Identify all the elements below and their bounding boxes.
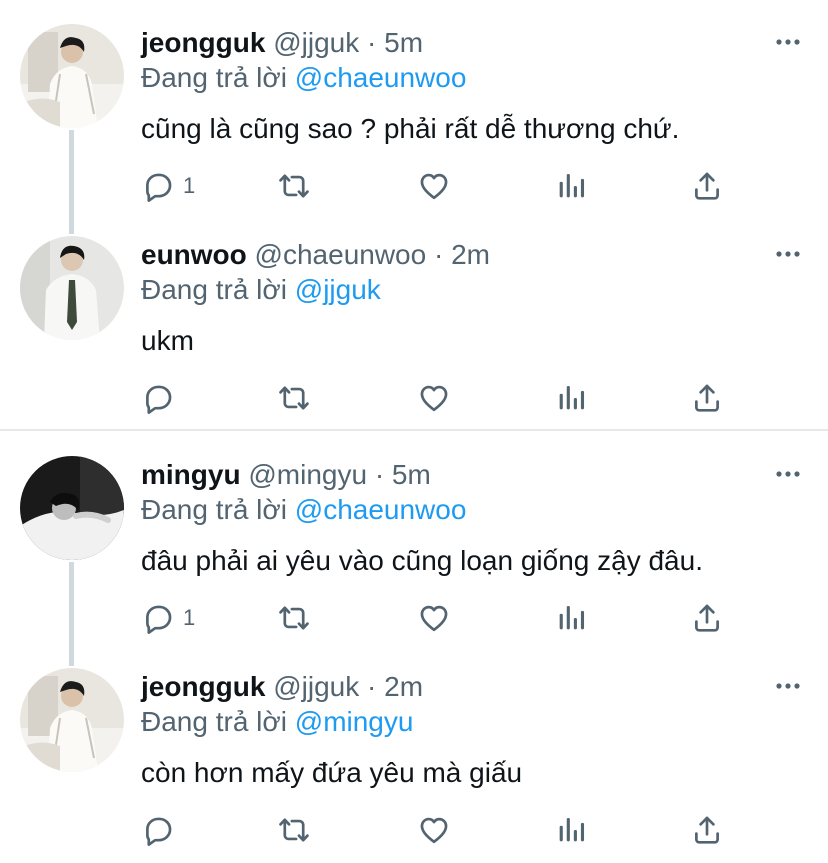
share-button[interactable] <box>690 812 724 848</box>
mention-link[interactable]: @mingyu <box>295 706 414 737</box>
replying-to: Đang trả lời @mingyu <box>141 704 413 740</box>
timestamp[interactable]: 5m <box>392 459 431 490</box>
avatar[interactable] <box>20 236 124 340</box>
reply-icon <box>141 813 175 847</box>
timestamp[interactable]: 2m <box>384 671 423 702</box>
action-bar: 1 <box>141 600 741 636</box>
retweet-button[interactable] <box>277 812 311 848</box>
avatar[interactable] <box>20 456 124 560</box>
tweet-header: mingyu @mingyu · 5m <box>141 458 431 492</box>
analytics-button[interactable] <box>554 812 588 848</box>
like-button[interactable] <box>417 380 451 416</box>
share-icon <box>690 169 724 203</box>
mention-link[interactable]: @chaeunwoo <box>295 494 467 525</box>
retweet-icon <box>277 601 311 635</box>
user-handle[interactable]: @chaeunwoo <box>255 239 427 270</box>
separator-dot: · <box>433 239 444 270</box>
share-button[interactable] <box>690 168 724 204</box>
timestamp[interactable]: 2m <box>451 239 490 270</box>
reply-button[interactable] <box>141 380 183 416</box>
analytics-icon <box>554 601 588 635</box>
tweet-header: jeongguk @jjguk · 5m <box>141 26 423 60</box>
heart-icon <box>417 813 451 847</box>
reply-icon <box>141 601 175 635</box>
heart-icon <box>417 381 451 415</box>
display-name[interactable]: jeongguk <box>141 27 265 58</box>
separator-dot: · <box>367 27 377 58</box>
timestamp[interactable]: 5m <box>384 27 423 58</box>
reply-button[interactable] <box>141 812 183 848</box>
analytics-button[interactable] <box>554 600 588 636</box>
like-button[interactable] <box>417 600 451 636</box>
avatar[interactable] <box>20 24 124 128</box>
heart-icon <box>417 601 451 635</box>
more-icon[interactable] <box>774 462 802 486</box>
separator-dot: · <box>367 671 377 702</box>
analytics-icon <box>554 813 588 847</box>
replying-to: Đang trả lời @chaeunwoo <box>141 492 466 528</box>
thread: mingyu @mingyu · 5m Đang trả lời @chaeun… <box>0 432 828 863</box>
replying-to-label: Đang trả lời <box>141 274 287 305</box>
analytics-icon <box>554 381 588 415</box>
action-bar: 1 <box>141 168 741 204</box>
replying-to-label: Đang trả lời <box>141 706 287 737</box>
analytics-button[interactable] <box>554 168 588 204</box>
reply-count: 1 <box>183 605 196 630</box>
share-icon <box>690 381 724 415</box>
share-button[interactable] <box>690 380 724 416</box>
more-icon[interactable] <box>774 674 802 698</box>
tweet[interactable]: eunwoo @chaeunwoo · 2m Đang trả lời @jjg… <box>0 212 828 424</box>
analytics-icon <box>554 169 588 203</box>
reply-icon <box>141 381 175 415</box>
action-bar <box>141 812 741 848</box>
tweet-header: eunwoo @chaeunwoo · 2m <box>141 238 490 272</box>
reply-button[interactable]: 1 <box>141 600 195 636</box>
tweet[interactable]: mingyu @mingyu · 5m Đang trả lời @chaeun… <box>0 432 828 666</box>
mention-link[interactable]: @chaeunwoo <box>295 62 467 93</box>
display-name[interactable]: mingyu <box>141 459 241 490</box>
user-handle[interactable]: @jjguk <box>273 27 359 58</box>
replying-to: Đang trả lời @chaeunwoo <box>141 60 466 96</box>
display-name[interactable]: jeongguk <box>141 671 265 702</box>
retweet-icon <box>277 169 311 203</box>
retweet-icon <box>277 381 311 415</box>
retweet-icon <box>277 813 311 847</box>
reply-icon <box>141 169 175 203</box>
tweet-header: jeongguk @jjguk · 2m <box>141 670 423 704</box>
heart-icon <box>417 169 451 203</box>
retweet-button[interactable] <box>277 168 311 204</box>
tweet-text: còn hơn mấy đứa yêu mà giấu <box>141 757 523 788</box>
replying-to: Đang trả lời @jjguk <box>141 272 381 308</box>
avatar[interactable] <box>20 668 124 772</box>
more-icon[interactable] <box>774 30 802 54</box>
share-icon <box>690 813 724 847</box>
retweet-button[interactable] <box>277 380 311 416</box>
tweet-text: đâu phải ai yêu vào cũng loạn giống zậy … <box>141 545 703 576</box>
action-bar <box>141 380 741 416</box>
like-button[interactable] <box>417 168 451 204</box>
thread: jeongguk @jjguk · 5m Đang trả lời @chaeu… <box>0 0 828 430</box>
separator-dot: · <box>374 459 385 490</box>
tweet[interactable]: jeongguk @jjguk · 2m Đang trả lời @mingy… <box>0 644 828 856</box>
thread-divider <box>0 429 828 431</box>
tweet-text: cũng là cũng sao ? phải rất dễ thương ch… <box>141 113 680 144</box>
tweet[interactable]: jeongguk @jjguk · 5m Đang trả lời @chaeu… <box>0 0 828 234</box>
display-name[interactable]: eunwoo <box>141 239 247 270</box>
share-button[interactable] <box>690 600 724 636</box>
replying-to-label: Đang trả lời <box>141 494 287 525</box>
retweet-button[interactable] <box>277 600 311 636</box>
replying-to-label: Đang trả lời <box>141 62 287 93</box>
tweet-text: ukm <box>141 325 194 356</box>
mention-link[interactable]: @jjguk <box>295 274 381 305</box>
user-handle[interactable]: @mingyu <box>248 459 367 490</box>
more-icon[interactable] <box>774 242 802 266</box>
user-handle[interactable]: @jjguk <box>273 671 359 702</box>
reply-button[interactable]: 1 <box>141 168 195 204</box>
analytics-button[interactable] <box>554 380 588 416</box>
share-icon <box>690 601 724 635</box>
reply-count: 1 <box>183 173 196 198</box>
like-button[interactable] <box>417 812 451 848</box>
